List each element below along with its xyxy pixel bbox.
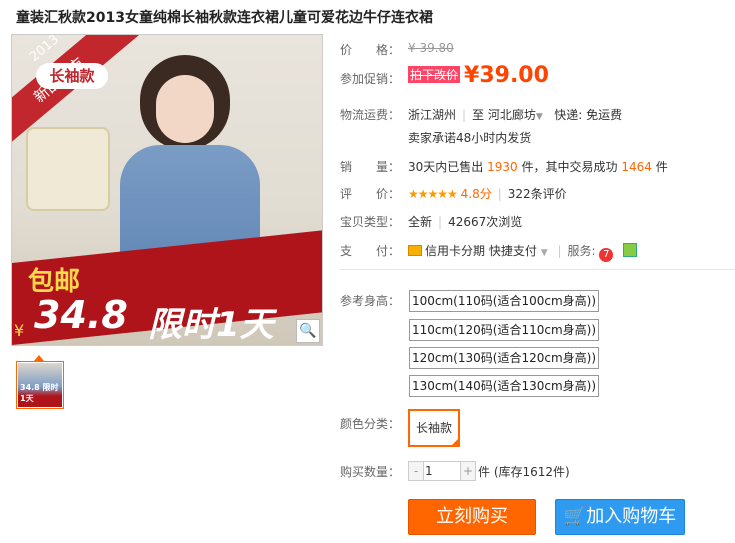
zoom-icon[interactable]: 🔍 — [296, 319, 320, 343]
payment-row: 信用卡分期 快捷支付 ▼ | 服务: 7 — [408, 242, 638, 262]
size-label: 参考身高： — [340, 294, 401, 308]
color-option-long-sleeve[interactable]: 长袖款 — [408, 409, 460, 447]
ship-to-word: 至 — [472, 108, 485, 122]
type-row: 全新 | 42667次浏览 — [408, 215, 523, 229]
shipping-label: 物流运费： — [340, 108, 401, 122]
seven-day-return-icon[interactable]: 7 — [599, 248, 614, 262]
color-option-text: 长袖款 — [415, 421, 452, 435]
review-count-link[interactable]: 322条评价 — [508, 187, 567, 201]
size-option-100[interactable]: 100cm(110码(适合100cm身高)) — [409, 290, 599, 312]
view-count: 42667次浏览 — [448, 215, 523, 229]
ship-to-select[interactable]: 河北廊坊 — [488, 108, 536, 122]
product-title: 童装汇秋款2013女童纯棉长袖秋款连衣裙儿童可爱花边牛仔连衣裙 — [16, 10, 433, 26]
promo-price: ¥39.00 — [464, 63, 549, 88]
star-icons: ★★★★★ — [408, 187, 458, 201]
price-label: 价 格： — [340, 43, 401, 57]
guarantee-icon[interactable] — [623, 243, 638, 257]
thumbnail-image: 34.8 限时1天 — [18, 363, 62, 407]
cart-icon: 🛒 — [563, 506, 587, 527]
ship-from: 浙江湖州 — [408, 108, 457, 122]
main-product-image[interactable]: 新品上市 2013 长袖款 包邮 ¥ 34.8 限时1天 🔍 — [11, 34, 323, 346]
service-label: 服务: — [567, 244, 596, 258]
promo-row: 拍下改价 ¥39.00 — [408, 63, 549, 88]
buy-now-button[interactable]: 立刻购买 — [408, 499, 536, 535]
promo-tag: 拍下改价 — [408, 66, 461, 83]
chevron-down-icon[interactable]: ▼ — [536, 112, 543, 122]
express-fee: 快递: 免运费 — [554, 108, 623, 122]
size-option-130[interactable]: 130cm(140码(适合130cm身高)) — [409, 375, 599, 397]
divider — [340, 269, 735, 270]
quantity-minus-button[interactable]: - — [408, 461, 424, 481]
stock-count: 件 (库存1612件) — [478, 465, 570, 479]
chevron-down-icon[interactable]: ▼ — [541, 248, 548, 258]
quantity-plus-button[interactable]: + — [460, 461, 476, 481]
ship-promise: 卖家承诺48小时内发货 — [408, 131, 532, 145]
sales-unit: 件 — [655, 160, 668, 174]
thumbnail[interactable]: 34.8 限时1天 — [16, 361, 64, 409]
type-label: 宝贝类型： — [340, 215, 401, 229]
payment-label: 支 付： — [340, 244, 401, 258]
add-to-cart-label: 加入购物车 — [586, 506, 677, 527]
selected-check-icon — [450, 437, 460, 447]
original-price: ¥ 39.80 — [408, 41, 454, 55]
sales-prefix: 30天内已售出 — [408, 160, 484, 174]
limited-time-text: 限时1天 — [148, 305, 274, 345]
promo-label: 参加促销： — [340, 72, 401, 86]
sales-label: 销 量： — [340, 160, 401, 174]
thumbnail-text: 34.8 限时1天 — [20, 383, 59, 403]
quantity-label: 购买数量： — [340, 465, 401, 479]
rating-label: 评 价： — [340, 187, 401, 201]
credit-installment[interactable]: 信用卡分期 — [425, 244, 485, 258]
quantity-input[interactable]: 1 — [423, 461, 461, 481]
color-label: 颜色分类： — [340, 417, 401, 431]
long-sleeve-badge: 长袖款 — [36, 63, 108, 89]
telephone-prop — [26, 127, 110, 211]
sales-mid: 件，其中交易成功 — [521, 160, 618, 174]
rating-score: 4.8分 — [460, 187, 492, 201]
item-condition: 全新 — [408, 215, 433, 229]
add-to-cart-button[interactable]: 🛒加入购物车 — [555, 499, 685, 535]
sales-row: 30天内已售出 1930 件，其中交易成功 1464 件 — [408, 158, 668, 175]
success-count: 1464 — [621, 160, 652, 174]
yen-icon: ¥ — [14, 321, 25, 340]
promo-price-text: 34.8 — [34, 293, 128, 337]
size-option-110[interactable]: 110cm(120码(适合110cm身高)) — [409, 319, 599, 341]
size-option-120[interactable]: 120cm(130码(适合120cm身高)) — [409, 347, 599, 369]
quick-pay[interactable]: 快捷支付 — [489, 244, 537, 258]
girl-face — [156, 75, 214, 143]
credit-card-icon — [408, 245, 422, 256]
sold-count: 1930 — [487, 160, 518, 174]
shipping-row: 浙江湖州 | 至 河北廊坊▼ 快递: 免运费 — [408, 108, 623, 122]
rating-row: ★★★★★ 4.8分 | 322条评价 — [408, 187, 567, 201]
